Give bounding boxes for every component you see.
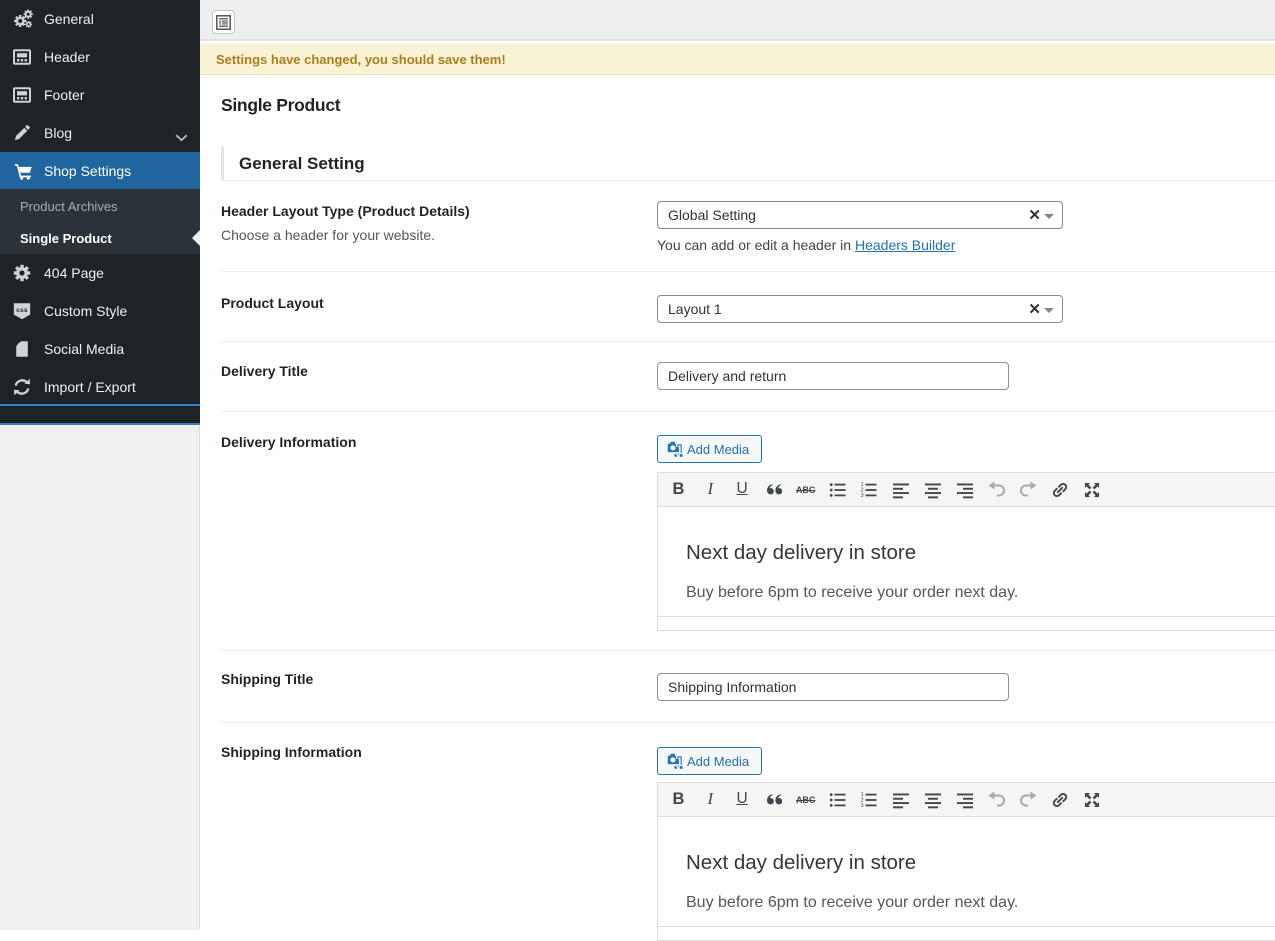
svg-text:3: 3: [861, 493, 864, 499]
svg-text:css: css: [16, 307, 28, 314]
svg-text:3: 3: [861, 803, 864, 809]
